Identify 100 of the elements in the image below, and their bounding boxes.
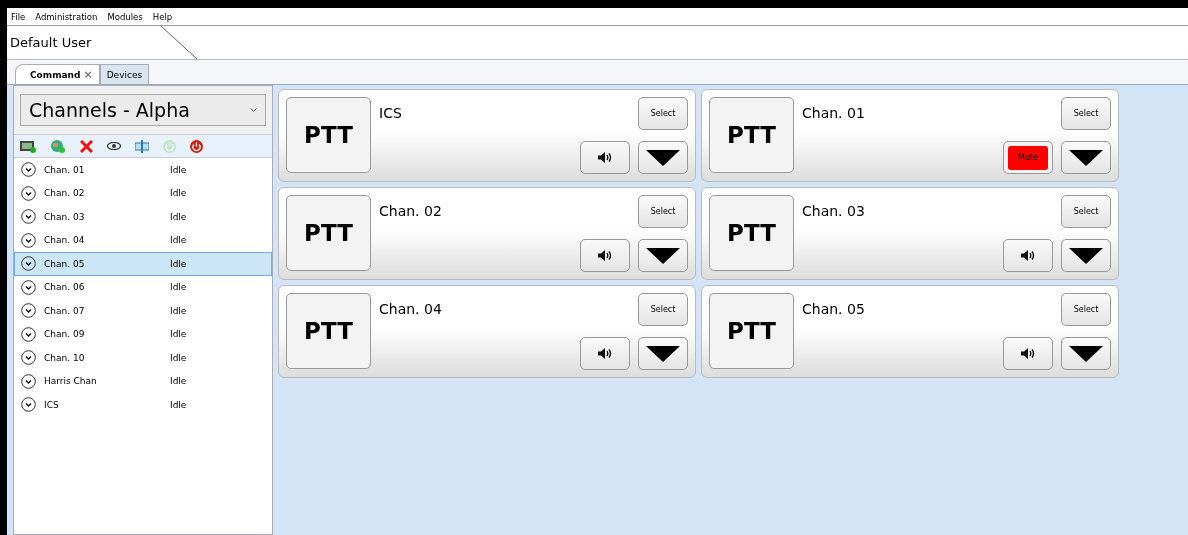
channel-row[interactable]: Chan. 01 Idle: [14, 158, 272, 182]
eye-icon[interactable]: [107, 142, 121, 150]
expand-icon[interactable]: [21, 303, 36, 319]
tab[interactable]: Devices: [99, 64, 150, 84]
caret-icon: [646, 345, 680, 362]
dropdown-button[interactable]: [638, 141, 688, 174]
speaker-icon: [598, 348, 612, 359]
volume-button[interactable]: [1003, 337, 1053, 370]
mute-button[interactable]: Mute: [1008, 145, 1048, 170]
expand-icon[interactable]: [21, 350, 36, 366]
channel-row[interactable]: Chan. 09 Idle: [14, 322, 272, 346]
channel-name: Chan. 02: [379, 202, 443, 221]
ptt-button[interactable]: PTT: [286, 97, 371, 173]
close-icon[interactable]: ×: [83, 68, 93, 81]
ptt-button[interactable]: PTT: [709, 293, 794, 369]
channel-row[interactable]: Harris Chan Idle: [14, 369, 272, 393]
channel-row[interactable]: Chan. 07 Idle: [14, 299, 272, 323]
ptt-button[interactable]: PTT: [286, 195, 371, 271]
menu-item[interactable]: Help: [152, 11, 173, 22]
channel-status: Idle: [170, 399, 187, 410]
expand-icon[interactable]: [21, 279, 36, 295]
ptt-button[interactable]: PTT: [286, 293, 371, 369]
channel-group-dropdown[interactable]: Channels - Alpha: [20, 94, 266, 126]
expand-icon[interactable]: [21, 373, 36, 389]
channel-status: Idle: [170, 258, 187, 269]
expand-icon[interactable]: [21, 185, 36, 201]
volume-button[interactable]: [580, 337, 630, 370]
channel-name: Chan. 10: [44, 352, 86, 363]
channel-name: Chan. 01: [44, 164, 86, 175]
dropdown-button[interactable]: [1061, 337, 1111, 370]
caret-icon: [646, 247, 680, 264]
channel-status: Idle: [170, 352, 187, 363]
select-button[interactable]: Select: [638, 97, 688, 130]
channel-name: ICS: [44, 399, 60, 410]
channel-row[interactable]: Chan. 02 Idle: [14, 181, 272, 205]
add-screen-icon[interactable]: [20, 139, 36, 153]
volume-button[interactable]: [1003, 239, 1053, 272]
channel-name: Harris Chan: [44, 376, 98, 387]
menu-item[interactable]: Modules: [107, 11, 143, 22]
ptt-button[interactable]: PTT: [709, 97, 794, 173]
speaker-icon: [1021, 348, 1035, 359]
select-button[interactable]: Select: [638, 293, 688, 326]
channel-status: Idle: [170, 376, 187, 387]
power-icon[interactable]: [190, 139, 203, 153]
globe-add-icon[interactable]: [50, 138, 66, 154]
channel-status: Idle: [170, 188, 187, 199]
channel-name: Chan. 05: [802, 300, 866, 319]
chevron-icon: [250, 107, 257, 113]
volume-button[interactable]: [580, 141, 630, 174]
expand-icon[interactable]: [21, 209, 36, 225]
channel-name: Chan. 02: [44, 188, 86, 199]
dropdown-button[interactable]: [638, 337, 688, 370]
user-name: Default User: [9, 35, 92, 50]
select-button[interactable]: Select: [1061, 97, 1111, 130]
expand-icon[interactable]: [21, 232, 36, 248]
menu-item[interactable]: File: [11, 11, 26, 22]
channel-name: ICS: [379, 104, 403, 123]
expand-icon[interactable]: [21, 397, 36, 413]
channel-status: Idle: [170, 235, 187, 246]
caret-icon: [1069, 149, 1103, 166]
select-button[interactable]: Select: [1061, 293, 1111, 326]
channel-row[interactable]: Chan. 05 Idle: [14, 252, 272, 276]
channel-row[interactable]: Chan. 06 Idle: [14, 275, 272, 299]
select-button[interactable]: Select: [1061, 195, 1111, 228]
expand-icon[interactable]: [21, 162, 36, 178]
ptt-button[interactable]: PTT: [709, 195, 794, 271]
speaker-icon: [598, 152, 612, 163]
channel-status: Idle: [170, 329, 187, 340]
speaker-icon: [598, 250, 612, 261]
caret-icon: [646, 149, 680, 166]
select-button[interactable]: Select: [638, 195, 688, 228]
speaker-icon: [1021, 250, 1035, 261]
channel-row[interactable]: Chan. 03 Idle: [14, 205, 272, 229]
channel-name: Chan. 01: [802, 104, 866, 123]
dropdown-button[interactable]: [638, 239, 688, 272]
channel-name: Chan. 06: [44, 282, 86, 293]
caret-icon: [1069, 345, 1103, 362]
channel-name: Chan. 03: [44, 211, 86, 222]
volume-button[interactable]: [580, 239, 630, 272]
expand-icon[interactable]: [21, 256, 36, 272]
channel-row[interactable]: Chan. 10 Idle: [14, 346, 272, 370]
channel-name: Chan. 04: [379, 300, 443, 319]
menu-item[interactable]: Administration: [35, 11, 98, 22]
delete-icon[interactable]: [80, 139, 93, 153]
caret-icon: [1069, 247, 1103, 264]
channel-status: Idle: [170, 164, 187, 175]
dropdown-button[interactable]: [1061, 141, 1111, 174]
channel-name: Chan. 03: [802, 202, 866, 221]
channel-status: Idle: [170, 282, 187, 293]
channel-name: Chan. 05: [44, 258, 86, 269]
channel-row[interactable]: ICS Idle: [14, 393, 272, 417]
channel-name: Chan. 07: [44, 305, 86, 316]
split-window-icon[interactable]: [135, 139, 149, 153]
dropdown-button[interactable]: [1061, 239, 1111, 272]
channel-row[interactable]: Chan. 04 Idle: [14, 228, 272, 252]
leader-line: [159, 26, 199, 60]
channel-name: Chan. 04: [44, 235, 86, 246]
expand-icon[interactable]: [21, 326, 36, 342]
tab[interactable]: Command ×: [15, 64, 100, 84]
channel-name: Chan. 09: [44, 329, 86, 340]
